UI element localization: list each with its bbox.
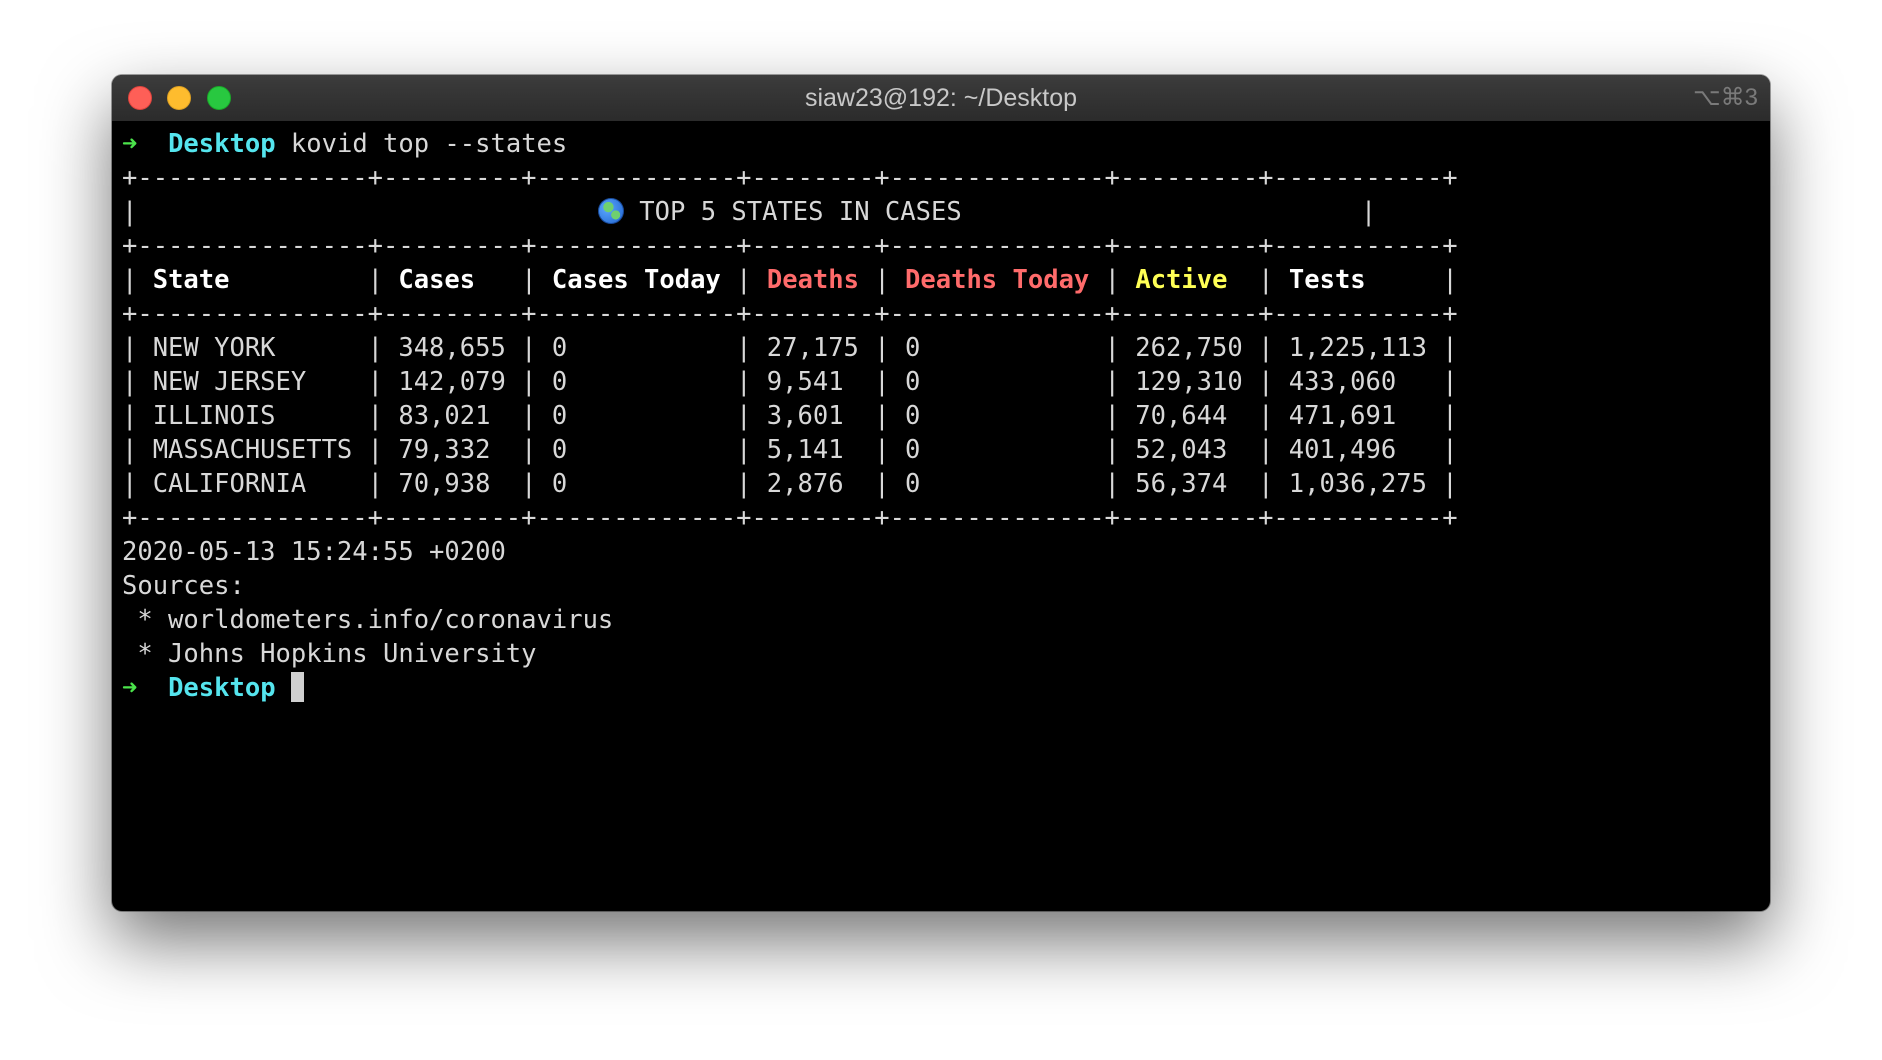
table-row: | NEW YORK | 348,655 | 0 | 27,175 | 0 | … (122, 333, 1458, 363)
header-active: Active (1135, 265, 1228, 295)
title-bar: siaw23@192: ~/Desktop ⌥⌘3 (112, 75, 1770, 122)
table-title: TOP 5 STATES IN CASES (639, 197, 962, 227)
source-item: * worldometers.info/coronavirus (122, 605, 614, 635)
command-text: kovid top --states (290, 129, 568, 159)
header-deaths-today: Deaths Today (905, 265, 1090, 295)
table-title-pad-right: | (961, 197, 1377, 227)
table-title-row: | TOP 5 STATES IN CASES | (122, 195, 1760, 229)
timestamp: 2020-05-13 15:24:55 +0200 (122, 537, 506, 567)
table-row: | ILLINOIS | 83,021 | 0 | 3,601 | 0 | 70… (122, 401, 1458, 431)
sources-label: Sources: (122, 571, 245, 601)
table-row: | MASSACHUSETTS | 79,332 | 0 | 5,141 | 0… (122, 435, 1458, 465)
table-border-top: +---------------+---------+-------------… (122, 163, 1458, 193)
table-border-header-bottom: +---------------+---------+-------------… (122, 299, 1458, 329)
header-cases: Cases (398, 265, 476, 295)
table-row: | CALIFORNIA | 70,938 | 0 | 2,876 | 0 | … (122, 469, 1458, 499)
command-line: ➜ Desktop kovid top --states (122, 127, 1760, 161)
text-cursor (290, 672, 304, 702)
prompt-directory: Desktop (168, 673, 276, 703)
source-item: * Johns Hopkins University (122, 639, 537, 669)
table-row: | NEW JERSEY | 142,079 | 0 | 9,541 | 0 |… (122, 367, 1458, 397)
window-shortcut: ⌥⌘3 (1692, 84, 1758, 111)
table-border-header-top: +---------------+---------+-------------… (122, 231, 1458, 261)
prompt-arrow: ➜ (122, 673, 138, 703)
active-prompt-line[interactable]: ➜ Desktop (122, 671, 1760, 705)
header-deaths: Deaths (766, 265, 859, 295)
table-header-row: | State | Cases | Cases Today | Deaths |… (122, 265, 1458, 295)
header-cases-today: Cases Today (551, 265, 721, 295)
table-border-bottom: +---------------+---------+-------------… (122, 503, 1458, 533)
terminal-content[interactable]: ➜ Desktop kovid top --states +----------… (122, 127, 1760, 901)
table-title-pad-left: | (122, 197, 598, 227)
header-state: State (152, 265, 230, 295)
window-title: siaw23@192: ~/Desktop (804, 84, 1078, 112)
prompt-directory: Desktop (168, 129, 276, 159)
terminal-window: siaw23@192: ~/Desktop ⌥⌘3 ➜ Desktop kovi… (112, 75, 1770, 911)
header-tests: Tests (1288, 265, 1366, 295)
prompt-arrow: ➜ (122, 129, 138, 159)
globe-icon (597, 198, 624, 224)
